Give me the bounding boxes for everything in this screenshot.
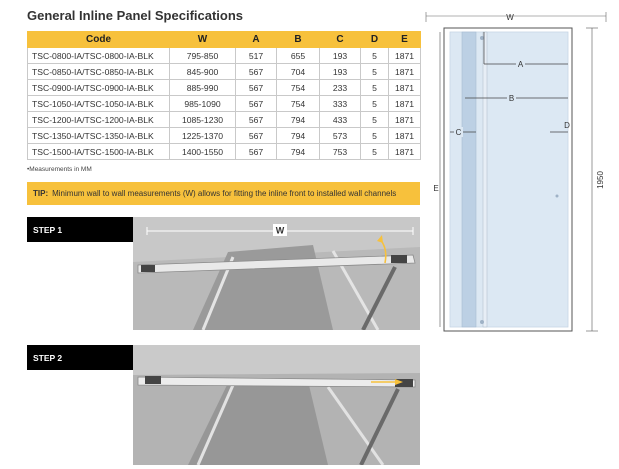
dimension-cell: 985-1090 [169, 95, 236, 112]
dimension-cell: 1400-1550 [169, 143, 236, 160]
step-1-photo: W [133, 217, 420, 330]
dimension-cell: 704 [276, 63, 320, 80]
column-header-c: C [319, 31, 361, 48]
dimension-cell: 333 [319, 95, 361, 112]
table-row: TSC-1350-IA/TSC-1350-IA-BLK 1225-1370 567 7… [27, 127, 421, 144]
d-label: D [564, 121, 570, 130]
dimension-cell: 193 [319, 47, 361, 64]
dimension-cell: 233 [319, 79, 361, 96]
table-row: TSC-1500-IA/TSC-1500-IA-BLK 1400-1550 567 7… [27, 143, 421, 160]
dimension-cell: 794 [276, 111, 320, 128]
dimension-cell: 433 [319, 111, 361, 128]
product-code-cell: TSC-0800-IA/TSC-0800-IA-BLK [27, 47, 170, 64]
dimension-cell: 845-900 [169, 63, 236, 80]
table-body: TSC-0800-IA/TSC-0800-IA-BLK 795-850 517 655… [27, 47, 421, 160]
dimension-cell: 1871 [388, 63, 421, 80]
dimension-cell: 753 [319, 143, 361, 160]
step-1-width-label: W [276, 226, 285, 236]
dimension-cell: 5 [360, 47, 389, 64]
dimension-cell: 1871 [388, 79, 421, 96]
dimension-cell: 567 [235, 95, 277, 112]
tip-text: Minimum wall to wall measurements (W) al… [52, 189, 397, 198]
product-code-cell: TSC-1200-IA/TSC-1200-IA-BLK [27, 111, 170, 128]
table-row: TSC-1050-IA/TSC-1050-IA-BLK 985-1090 567 75… [27, 95, 421, 112]
dimension-cell: 193 [319, 63, 361, 80]
dimension-cell: 573 [319, 127, 361, 144]
dimension-cell: 1871 [388, 143, 421, 160]
c-label: C [456, 128, 462, 137]
dimension-cell: 567 [235, 79, 277, 96]
dimension-cell: 567 [235, 63, 277, 80]
height-label: 1950 [596, 171, 605, 189]
spec-table: Code W A B C D E TSC-0800-IA/TSC-0800-IA-BLK 79… [27, 31, 421, 160]
product-code-cell: TSC-1050-IA/TSC-1050-IA-BLK [27, 95, 170, 112]
tip-label: TIP: [33, 189, 49, 198]
dimension-cell: 1871 [388, 111, 421, 128]
dimension-cell: 5 [360, 111, 389, 128]
dimension-cell: 517 [235, 47, 277, 64]
dimension-cell: 754 [276, 79, 320, 96]
dimension-cell: 1871 [388, 95, 421, 112]
column-header-d: D [360, 31, 389, 48]
dimension-cell: 655 [276, 47, 320, 64]
dimension-cell: 794 [276, 143, 320, 160]
product-code-cell: TSC-1500-IA/TSC-1500-IA-BLK [27, 143, 170, 160]
step-1-illustration: W [133, 217, 420, 330]
dimension-cell: 1225-1370 [169, 127, 236, 144]
dimension-cell: 5 [360, 63, 389, 80]
dimension-cell: 1871 [388, 127, 421, 144]
product-code-cell: TSC-1350-IA/TSC-1350-IA-BLK [27, 127, 170, 144]
step-2-label: STEP 2 [27, 345, 133, 370]
table-row: TSC-1200-IA/TSC-1200-IA-BLK 1085-1230 567 7… [27, 111, 421, 128]
table-row: TSC-0850-IA/TSC-0850-IA-BLK 845-900 567 704… [27, 63, 421, 80]
wall-channel [461, 31, 477, 328]
b-label: B [509, 94, 514, 103]
step-1-label: STEP 1 [27, 217, 133, 242]
column-header-code: Code [27, 31, 170, 48]
dimension-cell: 5 [360, 95, 389, 112]
dimension-cell: 5 [360, 127, 389, 144]
dimension-cell: 795-850 [169, 47, 236, 64]
dimension-cell: 5 [360, 79, 389, 96]
product-code-cell: TSC-0900-IA/TSC-0900-IA-BLK [27, 79, 170, 96]
column-header-a: A [235, 31, 277, 48]
dimension-cell: 1871 [388, 47, 421, 64]
dimension-cell: 567 [235, 127, 277, 144]
a-label: A [518, 60, 524, 69]
tip-banner: TIP: Minimum wall to wall measurements (… [27, 182, 420, 205]
step-2-illustration [133, 345, 420, 465]
dimension-cell: 885-990 [169, 79, 236, 96]
column-header-b: B [276, 31, 320, 48]
dimension-cell: 794 [276, 127, 320, 144]
e-label: E [433, 184, 438, 193]
table-row: TSC-0900-IA/TSC-0900-IA-BLK 885-990 567 754… [27, 79, 421, 96]
column-header-w: W [169, 31, 236, 48]
table-row: TSC-0800-IA/TSC-0800-IA-BLK 795-850 517 655… [27, 47, 421, 64]
dimension-cell: 754 [276, 95, 320, 112]
page-title: General Inline Panel Specifications [27, 8, 244, 23]
table-header-row: Code W A B C D E [27, 31, 421, 48]
column-header-e: E [388, 31, 421, 48]
measurement-note: •Measurements in MM [27, 166, 92, 173]
panel-dimension-diagram: W A B C D E 1950 [425, 12, 607, 332]
dimension-cell: 5 [360, 143, 389, 160]
dimension-cell: 1085-1230 [169, 111, 236, 128]
step-2-photo [133, 345, 420, 465]
product-code-cell: TSC-0850-IA/TSC-0850-IA-BLK [27, 63, 170, 80]
dimension-cell: 567 [235, 111, 277, 128]
w-label: W [506, 13, 514, 22]
dimension-cell: 567 [235, 143, 277, 160]
